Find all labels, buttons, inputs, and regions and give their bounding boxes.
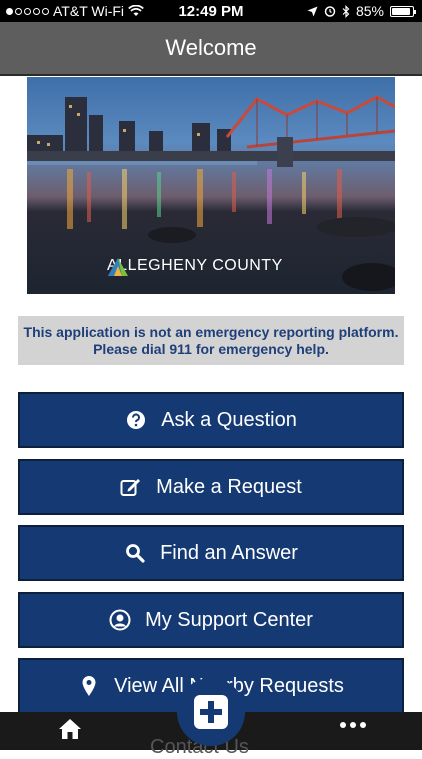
- user-circle-icon: [109, 609, 131, 631]
- location-arrow-icon: [307, 6, 318, 16]
- alarm-icon: [324, 6, 336, 17]
- new-request-fab-button[interactable]: [177, 678, 245, 746]
- plus-square-icon: [194, 695, 228, 729]
- more-dots-icon: [340, 722, 346, 728]
- county-logo: ALLEGHENY COUNTY: [107, 257, 283, 276]
- support-center-button[interactable]: My Support Center: [18, 592, 404, 648]
- make-request-button[interactable]: Make a Request: [18, 459, 404, 515]
- ask-question-button[interactable]: Ask a Question: [18, 392, 404, 448]
- search-icon: [124, 542, 146, 564]
- more-menu-button[interactable]: [340, 722, 366, 728]
- battery-icon: [390, 5, 416, 17]
- find-answer-label: Find an Answer: [160, 541, 298, 564]
- county-logo-text: ALLEGHENY COUNTY: [107, 257, 283, 274]
- wifi-icon: [128, 5, 144, 16]
- notice-line-1: This application is not an emergency rep…: [23, 324, 399, 340]
- carrier-label: AT&T Wi-Fi: [53, 3, 125, 19]
- map-pin-icon: [78, 675, 100, 697]
- county-logo-icon: [108, 258, 128, 276]
- signal-icon: [6, 7, 49, 15]
- status-left: AT&T Wi-Fi: [6, 3, 144, 19]
- hero-image: ALLEGHENY COUNTY: [27, 77, 395, 294]
- bluetooth-icon: [342, 4, 350, 18]
- emergency-notice: This application is not an emergency rep…: [18, 316, 404, 365]
- battery-percent: 85%: [355, 3, 384, 19]
- find-answer-button[interactable]: Find an Answer: [18, 525, 404, 581]
- home-tab[interactable]: [58, 718, 82, 745]
- make-request-label: Make a Request: [156, 475, 302, 498]
- page-title: Welcome: [165, 35, 257, 60]
- nav-bar: Welcome: [0, 22, 422, 76]
- notice-line-2: Please dial 911 for emergency help.: [93, 341, 329, 357]
- edit-icon: [120, 476, 142, 498]
- status-bar: AT&T Wi-Fi 12:49 PM 85%: [0, 0, 422, 22]
- question-circle-icon: [125, 409, 147, 431]
- status-right: 85%: [307, 3, 416, 19]
- support-center-label: My Support Center: [145, 608, 313, 631]
- home-icon: [59, 719, 81, 739]
- ask-question-label: Ask a Question: [161, 408, 297, 431]
